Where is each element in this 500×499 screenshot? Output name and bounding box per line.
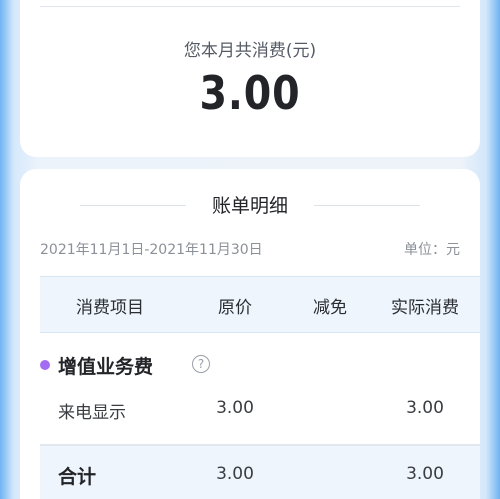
question-circle-icon[interactable]: ? <box>192 355 210 373</box>
column-header-price: 原价 <box>218 298 252 318</box>
category-label: 增值业务费 <box>58 356 154 378</box>
summary-card: 您本月共消费(元) 3.00 <box>20 0 480 157</box>
item-name: 来电显示 <box>58 403 126 423</box>
category-row: 增值业务费 ? <box>40 352 340 378</box>
billing-period: 2021年11月1日-2021年11月30日 <box>40 242 263 258</box>
item-price: 3.00 <box>216 398 254 418</box>
total-row: 合计 3.00 3.00 <box>40 446 480 499</box>
category-dot-icon <box>40 360 50 370</box>
total-label: 合计 <box>58 466 97 488</box>
currency-unit: 单位：元 <box>404 242 460 258</box>
monthly-spend-label: 您本月共消费(元) <box>183 41 317 61</box>
title-divider-right <box>314 205 420 206</box>
bill-detail-card: 账单明细 2021年11月1日-2021年11月30日 单位：元 消费项目 原价… <box>20 169 480 499</box>
item-actual: 3.00 <box>406 398 444 418</box>
column-header-item: 消费项目 <box>76 298 144 318</box>
table-header: 消费项目 原价 减免 实际消费 <box>40 276 480 333</box>
column-header-discount: 减免 <box>313 298 347 318</box>
total-actual: 3.00 <box>406 464 444 484</box>
column-header-actual: 实际消费 <box>391 298 459 318</box>
table-row: 来电显示 3.00 3.00 <box>40 398 480 423</box>
monthly-spend-amount: 3.00 <box>199 66 301 120</box>
total-price: 3.00 <box>216 464 254 484</box>
detail-title-row: 账单明细 <box>20 191 480 219</box>
divider <box>40 6 460 7</box>
